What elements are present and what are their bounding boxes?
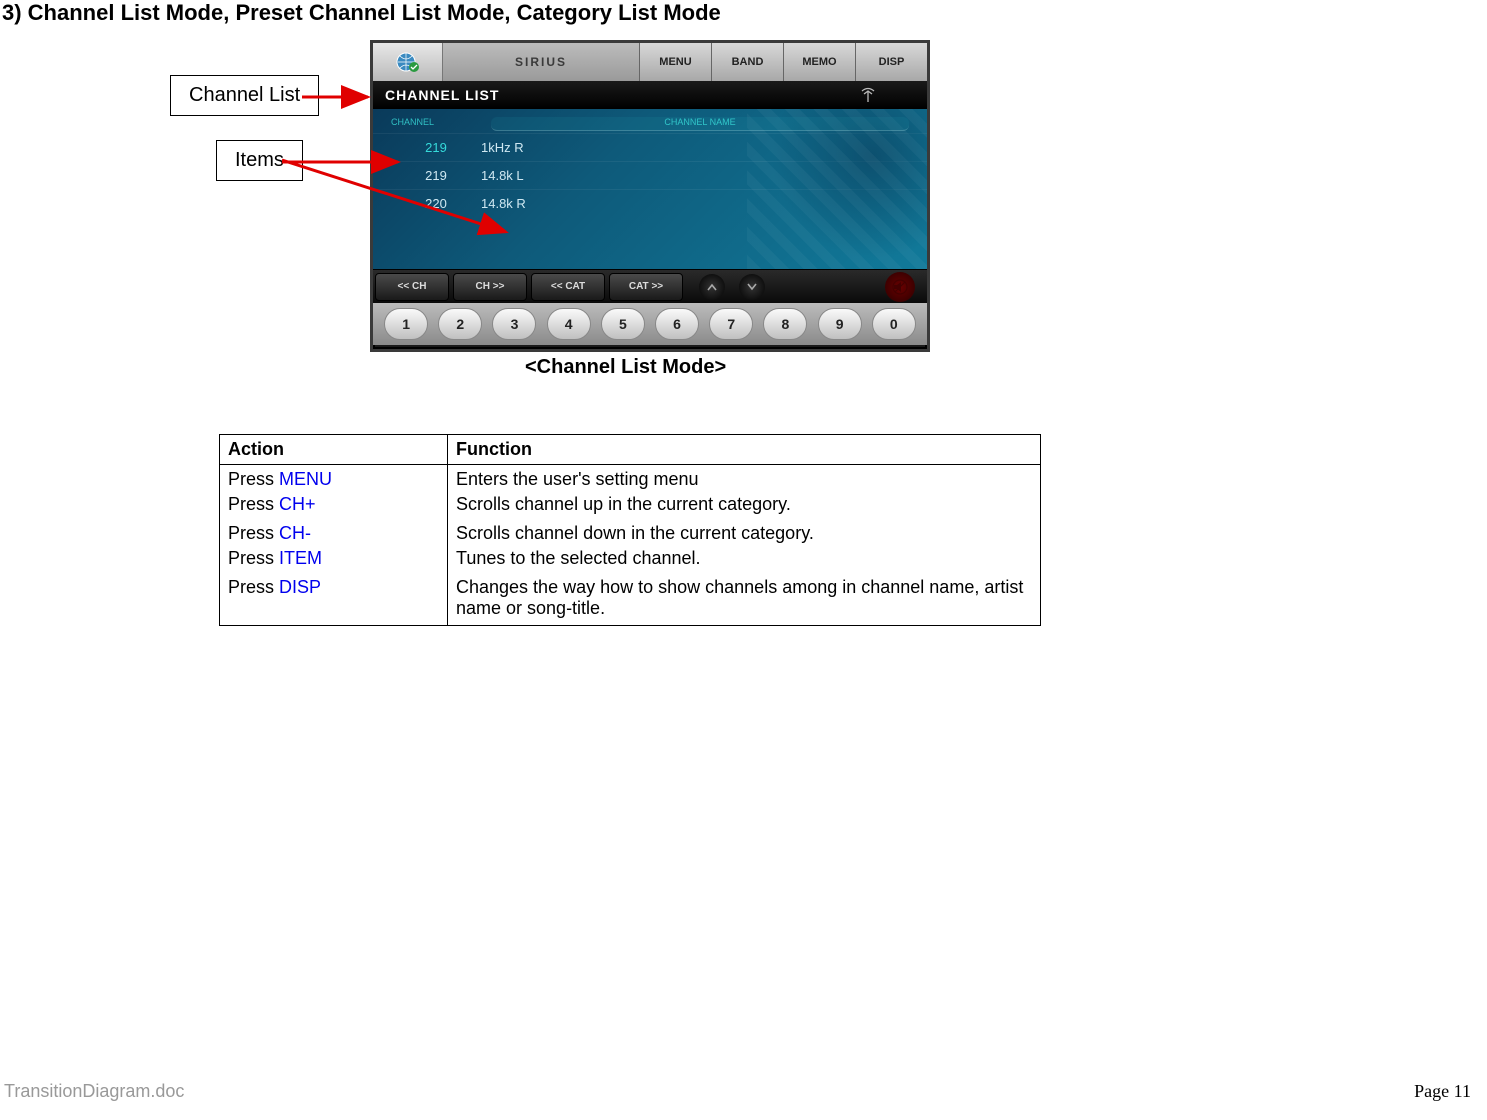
- num-3-button[interactable]: 3: [492, 308, 536, 340]
- list-header-name: CHANNEL NAME: [491, 117, 909, 131]
- nav-bar: << CH CH >> << CAT CAT >>: [373, 269, 927, 303]
- background-pattern: [747, 109, 927, 269]
- list-header-channel: CHANNEL: [391, 117, 481, 131]
- num-8-button[interactable]: 8: [763, 308, 807, 340]
- cat-next-button[interactable]: CAT >>: [609, 273, 683, 301]
- key-item: ITEM: [279, 548, 322, 568]
- func-item: Tunes to the selected channel.: [456, 548, 1032, 569]
- menu-button[interactable]: MENU: [639, 43, 711, 81]
- scroll-up-button[interactable]: [699, 274, 725, 300]
- chevron-down-icon: [746, 281, 758, 293]
- key-menu: MENU: [279, 469, 332, 489]
- table-cell-actions: Press MENU Press CH+ Press CH- Press ITE…: [220, 465, 448, 626]
- figure-caption: <Channel List Mode>: [525, 356, 726, 379]
- ch-prev-button[interactable]: << CH: [375, 273, 449, 301]
- press-prefix: Press: [228, 523, 279, 543]
- list-header: CHANNEL CHANNEL NAME: [373, 115, 927, 133]
- key-ch-minus: CH-: [279, 523, 311, 543]
- press-prefix: Press: [228, 548, 279, 568]
- key-ch-plus: CH+: [279, 494, 316, 514]
- number-pad: 1 2 3 4 5 6 7 8 9 0: [373, 303, 927, 345]
- num-7-button[interactable]: 7: [709, 308, 753, 340]
- disp-button[interactable]: DISP: [855, 43, 927, 81]
- table-header-action: Action: [220, 435, 448, 465]
- press-prefix: Press: [228, 577, 279, 597]
- band-button[interactable]: BAND: [711, 43, 783, 81]
- globe-icon: [394, 50, 422, 74]
- arrow-channel-list: [302, 85, 382, 109]
- arrow-items-2: [282, 154, 522, 244]
- num-9-button[interactable]: 9: [818, 308, 862, 340]
- func-disp: Changes the way how to show channels amo…: [456, 577, 1032, 619]
- brand-label: SIRIUS: [443, 43, 639, 81]
- num-0-button[interactable]: 0: [872, 308, 916, 340]
- speaker-mute-icon: [892, 279, 908, 295]
- section-heading: 3) Channel List Mode, Preset Channel Lis…: [2, 0, 721, 26]
- num-2-button[interactable]: 2: [438, 308, 482, 340]
- window-title-text: CHANNEL LIST: [385, 87, 499, 103]
- footer-page-number: Page 11: [1414, 1081, 1471, 1102]
- table-header-function: Function: [448, 435, 1041, 465]
- chevron-up-icon: [706, 281, 718, 293]
- cat-prev-button[interactable]: << CAT: [531, 273, 605, 301]
- press-prefix: Press: [228, 469, 279, 489]
- num-6-button[interactable]: 6: [655, 308, 699, 340]
- home-button[interactable]: [373, 43, 443, 81]
- press-prefix: Press: [228, 494, 279, 514]
- num-4-button[interactable]: 4: [547, 308, 591, 340]
- action-function-table: Action Function Press MENU Press CH+ Pre…: [219, 434, 1041, 626]
- callout-channel-list: Channel List: [170, 75, 319, 116]
- func-menu: Enters the user's setting menu: [456, 469, 1032, 490]
- num-5-button[interactable]: 5: [601, 308, 645, 340]
- top-bar: SIRIUS MENU BAND MEMO DISP: [373, 43, 927, 81]
- memo-button[interactable]: MEMO: [783, 43, 855, 81]
- num-1-button[interactable]: 1: [384, 308, 428, 340]
- antenna-icon: [859, 85, 877, 108]
- ch-next-button[interactable]: CH >>: [453, 273, 527, 301]
- mute-button[interactable]: [885, 272, 915, 302]
- scroll-down-button[interactable]: [739, 274, 765, 300]
- table-cell-functions: Enters the user's setting menu Scrolls c…: [448, 465, 1041, 626]
- func-ch-plus: Scrolls channel up in the current catego…: [456, 494, 1032, 515]
- window-title: CHANNEL LIST: [373, 81, 927, 109]
- func-ch-minus: Scrolls channel down in the current cate…: [456, 523, 1032, 544]
- footer-filename: TransitionDiagram.doc: [4, 1081, 184, 1102]
- key-disp: DISP: [279, 577, 321, 597]
- page-footer: TransitionDiagram.doc Page 11: [0, 1081, 1475, 1102]
